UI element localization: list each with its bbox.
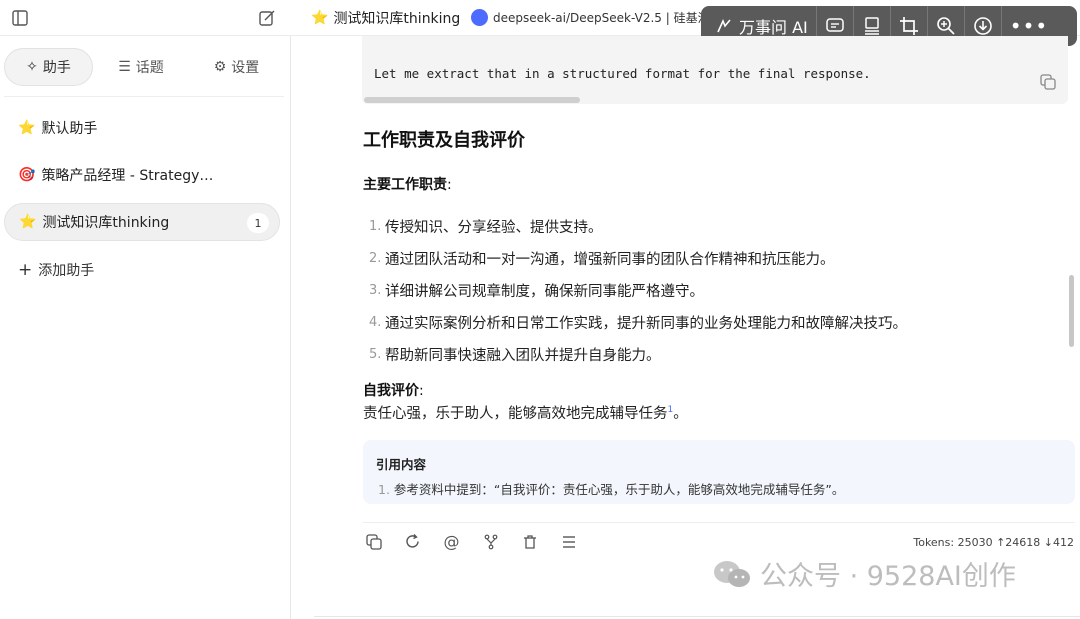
vertical-scrollbar[interactable] [1069,275,1074,347]
citation-box: 引用内容 1. 参考资料中提到：“自我评价：责任心强，乐于助人，能够高效地完成辅… [363,440,1075,504]
input-area-border [314,616,1080,617]
trash-icon[interactable] [520,532,539,551]
assistant-item-default[interactable]: ⭐ 默认助手 [4,109,280,147]
target-icon: 🎯 [18,167,36,183]
star-icon: ⭐ [311,10,329,26]
tab-assistants[interactable]: ✧ 助手 [4,48,93,86]
add-assistant-button[interactable]: + 添加助手 [18,260,94,280]
app-window: ⭐ 测试知识库thinking deepseek-ai/DeepSeek-V2.… [0,0,1080,619]
assistant-name: 测试知识库thinking [42,215,170,231]
self-eval-text: 责任心强，乐于助人，能够高效地完成辅导任务1。 [363,405,688,422]
code-text: Let me extract that in a structured form… [374,66,871,81]
list-icon: ☰ [118,59,131,75]
tab-model-label: deepseek-ai/DeepSeek-V2.5 | 硅基流动 [493,11,722,25]
watermark: 公众号 · 9528AI创作 [712,554,1016,593]
response-heading: 工作职责及自我评价 [363,130,525,151]
horizontal-scrollbar[interactable] [364,97,580,103]
tab-model[interactable]: deepseek-ai/DeepSeek-V2.5 | 硅基流动 [471,9,722,26]
star-icon: ⭐ [19,214,37,230]
list-item: 4. 通过实际案例分析和日常工作实践，提升新同事的业务处理能力和故障解决技巧。 [369,314,907,332]
sidebar: ✧ 助手 ☰ 话题 ⚙ 设置 ⭐ 默认助手 🎯 策略产品经理 - Strateg… [0,36,291,619]
mention-icon[interactable]: @ [442,532,461,551]
star-icon: ⭐ [18,120,36,136]
sparkle-icon: ✧ [26,59,38,75]
toggle-sidebar-icon[interactable] [9,7,31,29]
list-item: 1. 传授知识、分享经验、提供支持。 [369,218,603,236]
list-item: 2. 通过团队活动和一对一沟通，增强新同事的团队合作精神和抗压能力。 [369,250,835,268]
copy-icon[interactable] [364,532,383,551]
token-usage: Tokens: 25030 ↑24618 ↓412 [913,536,1074,549]
wechat-logo-icon [714,560,750,587]
duties-label: 主要工作职责: [363,177,452,193]
assistant-item-kb-thinking[interactable]: ⭐ 测试知识库thinking 1 [4,203,280,241]
tab-title-label: 测试知识库thinking [333,11,461,27]
assistant-name: 策略产品经理 - Strategy… [41,168,214,184]
assistant-item-strategy[interactable]: 🎯 策略产品经理 - Strategy… [4,156,280,194]
regenerate-icon[interactable] [403,532,422,551]
message-actions: @ [364,532,578,551]
citation-item[interactable]: 1. 参考资料中提到：“自我评价：责任心强，乐于助人，能够高效地完成辅导任务”。 [378,479,844,498]
plus-icon: + [18,260,33,280]
topic-count-badge: 1 [247,213,269,233]
citation-title: 引用内容 [376,457,427,472]
assistant-name: 默认助手 [41,121,98,137]
list-item: 3. 详细讲解公司规章制度，确保新同事能严格遵守。 [369,282,704,300]
gear-icon: ⚙ [213,59,227,75]
menu-icon[interactable] [559,532,578,551]
chat-area: Let me extract that in a structured form… [292,36,1080,619]
list-item: 5. 帮助新同事快速融入团队并提升自身能力。 [369,346,661,364]
tab-current-assistant[interactable]: ⭐ 测试知识库thinking [311,8,460,28]
sidebar-divider [4,96,284,97]
message-divider [363,522,1075,523]
branch-icon[interactable] [481,532,500,551]
ai-spark-icon [717,18,731,33]
self-eval-label: 自我评价: [363,383,424,399]
thinking-code-block: Let me extract that in a structured form… [362,36,1068,104]
copy-icon[interactable] [1040,74,1056,90]
deepseek-logo-icon [471,9,488,26]
tab-topics[interactable]: ☰ 话题 [93,48,189,86]
sidebar-tabs: ✧ 助手 ☰ 话题 ⚙ 设置 [4,48,284,86]
duties-list: 1. 传授知识、分享经验、提供支持。 2. 通过团队活动和一对一沟通，增强新同事的团… [369,210,907,370]
new-chat-icon[interactable] [256,7,278,29]
tab-settings[interactable]: ⚙ 设置 [189,48,284,86]
